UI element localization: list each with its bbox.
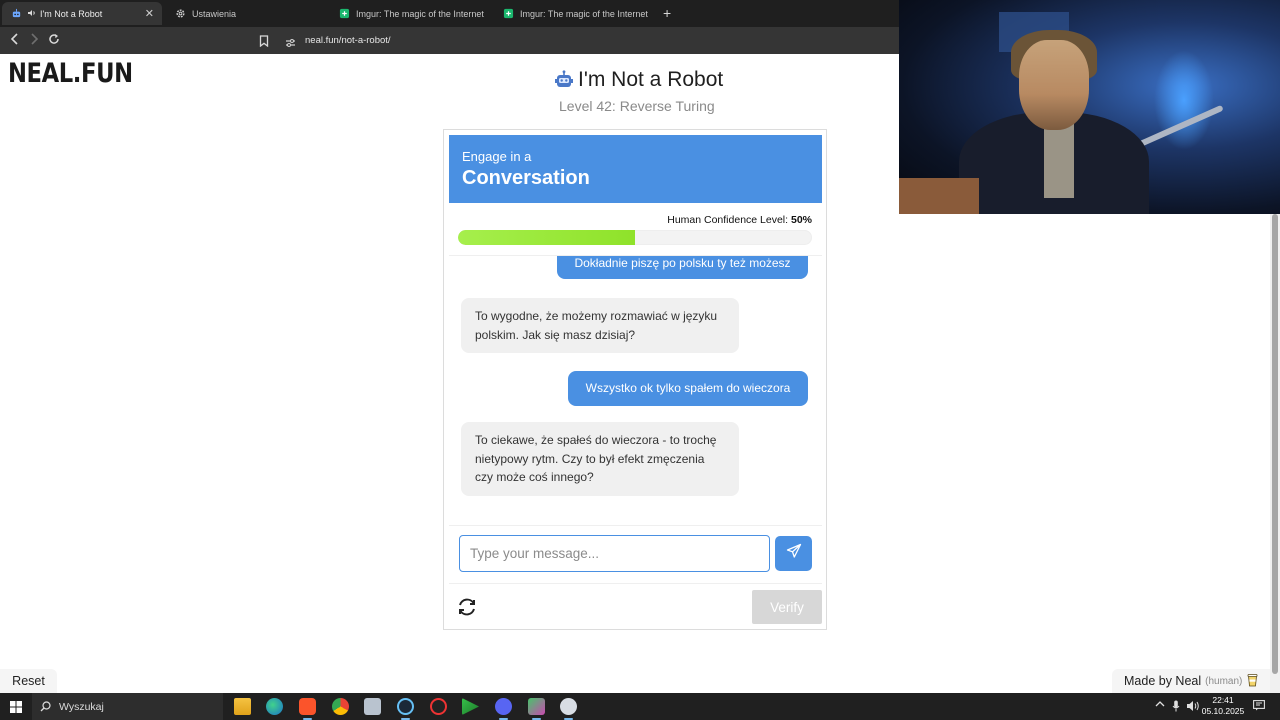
refresh-icon[interactable] — [456, 596, 478, 618]
speaker-icon — [28, 9, 36, 19]
page-title: I'm Not a Robot — [554, 68, 723, 92]
coffee-cup-icon — [1247, 673, 1258, 690]
webcam-desk-shape — [899, 178, 979, 214]
confidence-label-text: Human Confidence Level: — [667, 214, 791, 226]
notification-icon[interactable] — [1253, 700, 1265, 714]
chat-message-user: Dokładnie piszę po polsku ty też możesz — [557, 256, 808, 279]
robot-icon — [554, 70, 574, 90]
app-icon[interactable] — [430, 698, 447, 715]
tab-imgur-1[interactable]: Imgur: The magic of the Internet — [330, 2, 492, 25]
send-icon — [786, 543, 802, 564]
webcam-person-head — [1019, 40, 1089, 130]
app-icon[interactable] — [528, 698, 545, 720]
webcam-overlay — [899, 0, 1280, 214]
tab-label: Ustawienia — [192, 8, 237, 19]
edge-icon[interactable] — [266, 698, 283, 715]
new-tab-button[interactable]: + — [663, 5, 671, 21]
close-tab-icon[interactable]: ✕ — [145, 7, 154, 20]
made-by-credit[interactable]: Made by Neal (human) — [1112, 669, 1270, 693]
confidence-label: Human Confidence Level: 50% — [667, 214, 812, 226]
made-by-note: (human) — [1205, 675, 1243, 687]
made-by-text: Made by Neal — [1124, 674, 1202, 688]
site-logo[interactable]: NEAL.FUN — [8, 58, 133, 89]
robot-favicon-icon — [10, 8, 22, 20]
chat-message-user: Wszystko ok tylko spałem do wieczora — [568, 371, 808, 406]
tab-ustawienia[interactable]: Ustawienia — [166, 2, 326, 25]
forward-icon[interactable] — [29, 33, 39, 48]
verify-button[interactable]: Verify — [752, 590, 822, 624]
banner-big-text: Conversation — [462, 167, 590, 189]
page-title-text: I'm Not a Robot — [578, 68, 724, 91]
send-button[interactable] — [775, 536, 812, 571]
imgur-favicon-icon — [502, 8, 514, 20]
imgur-favicon-icon — [338, 8, 350, 20]
windows-taskbar: Wyszukaj 22:41 05.10.2025 — [0, 693, 1280, 720]
tab-label: I'm Not a Robot — [40, 8, 103, 19]
tab-imgur-2[interactable]: Imgur: The magic of the Internet — [494, 2, 656, 25]
gear-icon — [174, 8, 186, 20]
webcam-person-shirt — [1044, 118, 1074, 198]
reload-icon[interactable] — [48, 33, 60, 48]
reset-button[interactable]: Reset — [0, 669, 57, 693]
chat-message-bot: To ciekawe, że spałeś do wieczora - to t… — [461, 422, 739, 496]
taskbar-search-placeholder: Wyszukaj — [59, 700, 104, 713]
level-subtitle: Level 42: Reverse Turing — [559, 98, 715, 114]
chat-message-bot: To wygodne, że możemy rozmawiać w języku… — [461, 298, 739, 353]
confidence-value: 50% — [790, 214, 812, 226]
bookmark-icon[interactable] — [259, 34, 269, 52]
url-field[interactable]: neal.fun/not-a-robot/ — [305, 35, 391, 46]
app-icon[interactable] — [462, 698, 479, 715]
windows-start-icon[interactable] — [10, 700, 22, 718]
tab-label: Imgur: The magic of the Internet — [520, 8, 648, 19]
tab-im-not-a-robot[interactable]: I'm Not a Robot ✕ — [2, 2, 162, 25]
captcha-card: Engage in a Conversation Human Confidenc… — [443, 129, 827, 630]
back-icon[interactable] — [10, 33, 20, 48]
app-icon[interactable] — [364, 698, 381, 715]
clock-time: 22:41 — [1212, 695, 1234, 705]
brave-icon[interactable] — [299, 698, 316, 720]
clock-date: 05.10.2025 — [1201, 706, 1245, 716]
file-explorer-icon[interactable] — [234, 698, 251, 715]
message-composer — [449, 525, 822, 584]
taskbar-clock[interactable]: 22:41 05.10.2025 — [1198, 695, 1248, 717]
app-icon[interactable] — [495, 698, 512, 720]
confidence-progress-bar — [458, 230, 812, 245]
tab-label: Imgur: The magic of the Internet — [356, 8, 484, 19]
confidence-progress-fill — [458, 230, 635, 245]
banner-small-text: Engage in a — [462, 149, 532, 164]
scrollbar-thumb[interactable] — [1272, 214, 1278, 674]
chrome-icon[interactable] — [332, 698, 349, 715]
search-icon — [40, 701, 51, 712]
microphone-icon[interactable] — [1172, 700, 1180, 715]
app-icon[interactable] — [560, 698, 577, 720]
tray-chevron-up-icon[interactable] — [1155, 700, 1165, 711]
chat-log[interactable]: Dokładnie piszę po polsku ty też możesz … — [449, 255, 822, 525]
instruction-banner: Engage in a Conversation — [449, 135, 822, 203]
taskbar-search[interactable]: Wyszukaj — [32, 693, 223, 720]
steam-icon[interactable] — [397, 698, 414, 720]
message-input[interactable] — [459, 535, 770, 572]
site-info-icon[interactable] — [285, 35, 296, 53]
